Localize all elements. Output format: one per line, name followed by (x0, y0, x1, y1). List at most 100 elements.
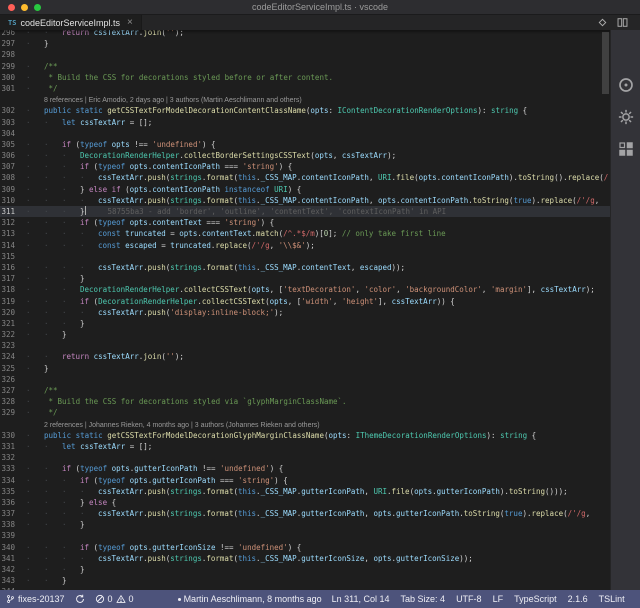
code-lines: 296··return cssTextArr.join('');297·}298… (0, 30, 610, 590)
code-line[interactable]: 303··let cssTextArr = []; (0, 117, 610, 128)
code-line[interactable]: 306···DecorationRenderHelper.collectBord… (0, 150, 610, 161)
code-line[interactable]: 332 (0, 452, 610, 463)
code-line[interactable]: 298 (0, 49, 610, 60)
code-line[interactable]: 319···if (DecorationRenderHelper.collect… (0, 296, 610, 307)
code-line[interactable]: 336···} else { (0, 497, 610, 508)
sync-status[interactable] (75, 594, 85, 604)
editor-actions (597, 15, 640, 30)
line-content: ··return cssTextArr.join(''); (26, 30, 610, 38)
circle-icon[interactable] (617, 76, 635, 94)
code-line[interactable]: 316····cssTextArr.push(strings.format(th… (0, 262, 610, 273)
code-line[interactable]: 302·public static getCSSTextForModelDeco… (0, 105, 610, 116)
cursor-position[interactable]: Ln 311, Col 14 (332, 594, 390, 604)
line-content (26, 452, 610, 463)
code-line[interactable]: 309···} else if (opts.contentIconPath in… (0, 184, 610, 195)
code-line[interactable]: 338···} (0, 519, 610, 530)
minimize-window-button[interactable] (21, 4, 28, 11)
code-line[interactable]: 325·} (0, 363, 610, 374)
code-line[interactable]: 340···if (typeof opts.gutterIconSize !==… (0, 542, 610, 553)
line-content (26, 251, 610, 262)
code-line[interactable]: 314····const escaped = truncated.replace… (0, 240, 610, 251)
tab-codeeditorserviceimpl[interactable]: TS codeEditorServiceImpl.ts × (0, 15, 142, 30)
code-line[interactable]: 329· */ (0, 407, 610, 418)
blame-dot-icon (178, 598, 181, 601)
code-line[interactable]: 322··} (0, 329, 610, 340)
window-controls (8, 4, 41, 11)
line-content (26, 374, 610, 385)
code-line[interactable]: 305··if (typeof opts !== 'undefined') { (0, 139, 610, 150)
code-line[interactable]: 342···} (0, 564, 610, 575)
code-line[interactable]: 324··return cssTextArr.join(''); (0, 351, 610, 362)
tab-size-indicator[interactable]: Tab Size: 4 (401, 594, 446, 604)
language-indicator[interactable]: TypeScript (514, 594, 557, 604)
typescript-version[interactable]: 2.1.6 (568, 594, 588, 604)
line-number: 318 (0, 284, 26, 295)
gear-icon[interactable] (617, 108, 635, 126)
close-tab-icon[interactable]: × (127, 18, 133, 28)
code-line[interactable]: 301· */ (0, 83, 610, 94)
line-number: 331 (0, 441, 26, 452)
code-line[interactable]: 335····cssTextArr.push(strings.format(th… (0, 486, 610, 497)
code-line[interactable]: 326 (0, 374, 610, 385)
line-number: 341 (0, 553, 26, 564)
code-line[interactable]: 307···if (typeof opts.contentIconPath ==… (0, 161, 610, 172)
scrollbar-thumb[interactable] (602, 32, 609, 94)
code-line[interactable]: 344 (0, 586, 610, 590)
line-number: 328 (0, 396, 26, 407)
line-number: 311 (0, 206, 26, 217)
code-line[interactable]: 308····cssTextArr.push(strings.format(th… (0, 172, 610, 183)
code-line[interactable]: 341····cssTextArr.push(strings.format(th… (0, 553, 610, 564)
code-line[interactable]: 315 (0, 251, 610, 262)
scrollbar[interactable] (601, 30, 610, 590)
code-line[interactable]: 311···}58755ba3 - add 'border', 'outline… (0, 206, 610, 217)
line-number: 299 (0, 61, 26, 72)
code-line[interactable]: 312···if (typeof opts.contentText === 's… (0, 217, 610, 228)
code-line[interactable]: 320····cssTextArr.push('display:inline-b… (0, 307, 610, 318)
line-content: ··return cssTextArr.join(''); (26, 351, 610, 362)
codelens-row[interactable]: 8 references | Eric Amodio, 2 days ago |… (0, 94, 610, 105)
extensions-icon[interactable] (617, 140, 635, 158)
line-content: ···DecorationRenderHelper.collectCSSText… (26, 284, 610, 295)
git-blame-status[interactable]: Martin Aeschlimann, 8 months ago (178, 594, 322, 604)
code-line[interactable]: 318···DecorationRenderHelper.collectCSST… (0, 284, 610, 295)
line-content: ····cssTextArr.push(strings.format(this.… (26, 553, 610, 564)
code-line[interactable]: 327·/** (0, 385, 610, 396)
open-changes-icon[interactable] (597, 17, 608, 28)
line-number: 297 (0, 38, 26, 49)
typescript-file-icon: TS (8, 19, 16, 27)
code-line[interactable]: 304 (0, 128, 610, 139)
code-line[interactable]: 333··if (typeof opts.gutterIconPath !== … (0, 463, 610, 474)
code-line[interactable]: 331··let cssTextArr = []; (0, 441, 610, 452)
line-number: 335 (0, 486, 26, 497)
encoding-indicator[interactable]: UTF-8 (456, 594, 482, 604)
codelens-row[interactable]: 2 references | Johannes Rieken, 4 months… (0, 419, 610, 430)
close-window-button[interactable] (8, 4, 15, 11)
zoom-window-button[interactable] (34, 4, 41, 11)
tab-label: codeEditorServiceImpl.ts (20, 18, 120, 28)
code-line[interactable]: 297·} (0, 38, 610, 49)
code-line[interactable]: 334···if (typeof opts.gutterIconPath ===… (0, 475, 610, 486)
code-line[interactable]: 337····cssTextArr.push(strings.format(th… (0, 508, 610, 519)
line-content: ·/** (26, 61, 610, 72)
code-line[interactable]: 343··} (0, 575, 610, 586)
tslint-indicator[interactable]: TSLint (599, 594, 625, 604)
code-line[interactable]: 323 (0, 340, 610, 351)
code-line[interactable]: 310····cssTextArr.push(strings.format(th… (0, 195, 610, 206)
line-number: 338 (0, 519, 26, 530)
code-line[interactable]: 313····const truncated = opts.contentTex… (0, 228, 610, 239)
git-branch-status[interactable]: fixes-20137 (6, 594, 65, 604)
editor[interactable]: 296··return cssTextArr.join('');297·}298… (0, 30, 610, 590)
code-line[interactable]: 317···} (0, 273, 610, 284)
split-editor-icon[interactable] (617, 17, 628, 28)
code-line[interactable]: 339 (0, 530, 610, 541)
line-content: ·public static getCSSTextForModelDecorat… (26, 105, 610, 116)
code-line[interactable]: 296··return cssTextArr.join(''); (0, 30, 610, 38)
line-number: 340 (0, 542, 26, 553)
eol-indicator[interactable]: LF (493, 594, 504, 604)
code-line[interactable]: 330·public static getCSSTextForModelDeco… (0, 430, 610, 441)
code-line[interactable]: 300· * Build the CSS for decorations sty… (0, 72, 610, 83)
code-line[interactable]: 321···} (0, 318, 610, 329)
code-line[interactable]: 328· * Build the CSS for decorations sty… (0, 396, 610, 407)
problems-status[interactable]: 0 0 (95, 594, 134, 604)
code-line[interactable]: 299·/** (0, 61, 610, 72)
